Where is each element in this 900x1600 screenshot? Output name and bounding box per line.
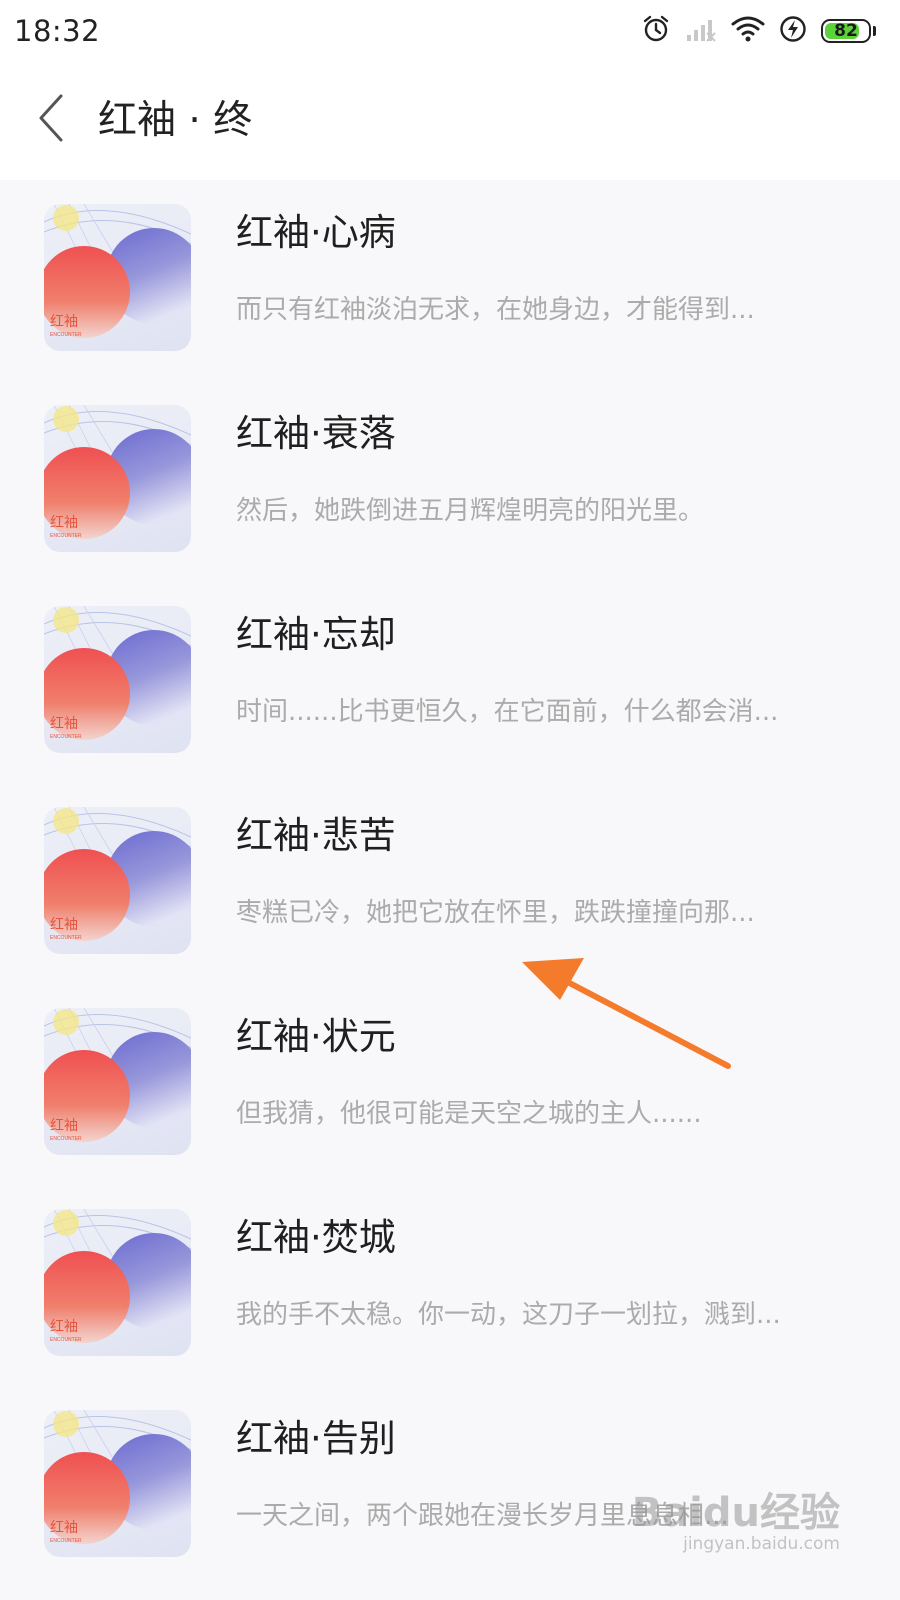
list-item[interactable]: 红袖 ENCOUNTER 红袖·心病 而只有红袖淡泊无求，在她身边，才能得到..…	[0, 182, 900, 383]
cover-image: 红袖 ENCOUNTER	[44, 1008, 191, 1155]
charging-icon	[779, 15, 807, 47]
cover-sublabel: ENCOUNTER	[50, 935, 82, 941]
chevron-left-icon	[37, 93, 65, 147]
cover-sublabel: ENCOUNTER	[50, 332, 82, 338]
back-button[interactable]	[26, 90, 76, 150]
item-description: 然后，她跌倒进五月辉煌明亮的阳光里。	[236, 496, 705, 526]
item-description: 我的手不太稳。你一动，这刀子一划拉，溅到...	[236, 1300, 781, 1330]
item-title: 红袖·忘却	[236, 613, 396, 656]
status-time: 18:32	[14, 14, 101, 48]
item-title: 红袖·焚城	[236, 1216, 396, 1259]
item-description: 枣糕已冷，她把它放在怀里，跌跌撞撞向那...	[236, 898, 755, 928]
list-item[interactable]: 红袖 ENCOUNTER 红袖·忘却 时间......比书更恒久，在它面前，什么…	[0, 584, 900, 785]
cover-image: 红袖 ENCOUNTER	[44, 807, 191, 954]
item-title: 红袖·悲苦	[236, 814, 396, 857]
cover-sublabel: ENCOUNTER	[50, 1538, 82, 1544]
cover-image: 红袖 ENCOUNTER	[44, 606, 191, 753]
cover-image: 红袖 ENCOUNTER	[44, 405, 191, 552]
status-bar: 18:32 82	[0, 0, 900, 62]
alarm-icon	[641, 14, 671, 48]
item-description: 时间......比书更恒久，在它面前，什么都会消...	[236, 697, 779, 727]
cover-label: 红袖	[50, 1519, 78, 1535]
cover-sublabel: ENCOUNTER	[50, 1136, 82, 1142]
watermark-main: Baidu经验	[631, 1490, 840, 1536]
list-item[interactable]: 红袖 ENCOUNTER 红袖·衰落 然后，她跌倒进五月辉煌明亮的阳光里。	[0, 383, 900, 584]
cover-label: 红袖	[50, 1318, 78, 1334]
battery-level: 82	[834, 21, 858, 41]
wifi-icon	[731, 15, 765, 47]
status-icons: 82	[641, 14, 876, 48]
cover-label: 红袖	[50, 715, 78, 731]
cover-sublabel: ENCOUNTER	[50, 533, 82, 539]
watermark: Baidu经验 jingyan.baidu.com	[632, 1480, 840, 1554]
page-title: 红袖 · 终	[98, 98, 253, 143]
cover-sublabel: ENCOUNTER	[50, 1337, 82, 1343]
cover-label: 红袖	[50, 313, 78, 329]
item-title: 红袖·状元	[236, 1015, 396, 1058]
battery-icon: 82	[821, 19, 871, 43]
item-title: 红袖·衰落	[236, 412, 396, 455]
list-item[interactable]: 红袖 ENCOUNTER 红袖·状元 但我猜，他很可能是天空之城的主人.....…	[0, 986, 900, 1187]
cover-image: 红袖 ENCOUNTER	[44, 1209, 191, 1356]
item-title: 红袖·告别	[236, 1417, 396, 1460]
list-item[interactable]: 红袖 ENCOUNTER 红袖·焚城 我的手不太稳。你一动，这刀子一划拉，溅到.…	[0, 1187, 900, 1388]
battery-cap	[873, 26, 876, 36]
item-description: 但我猜，他很可能是天空之城的主人......	[236, 1099, 702, 1129]
signal-icon	[685, 15, 717, 47]
cover-label: 红袖	[50, 514, 78, 530]
item-title: 红袖·心病	[236, 211, 396, 254]
cover-image: 红袖 ENCOUNTER	[44, 204, 191, 351]
cover-image: 红袖 ENCOUNTER	[44, 1410, 191, 1557]
cover-label: 红袖	[50, 916, 78, 932]
list-item[interactable]: 红袖 ENCOUNTER 红袖·悲苦 枣糕已冷，她把它放在怀里，跌跌撞撞向那..…	[0, 785, 900, 986]
cover-label: 红袖	[50, 1117, 78, 1133]
chapter-list: 红袖 ENCOUNTER 红袖·心病 而只有红袖淡泊无求，在她身边，才能得到..…	[0, 182, 900, 1589]
cover-sublabel: ENCOUNTER	[50, 734, 82, 740]
item-description: 而只有红袖淡泊无求，在她身边，才能得到...	[236, 295, 755, 325]
header: 红袖 · 终	[0, 62, 900, 180]
